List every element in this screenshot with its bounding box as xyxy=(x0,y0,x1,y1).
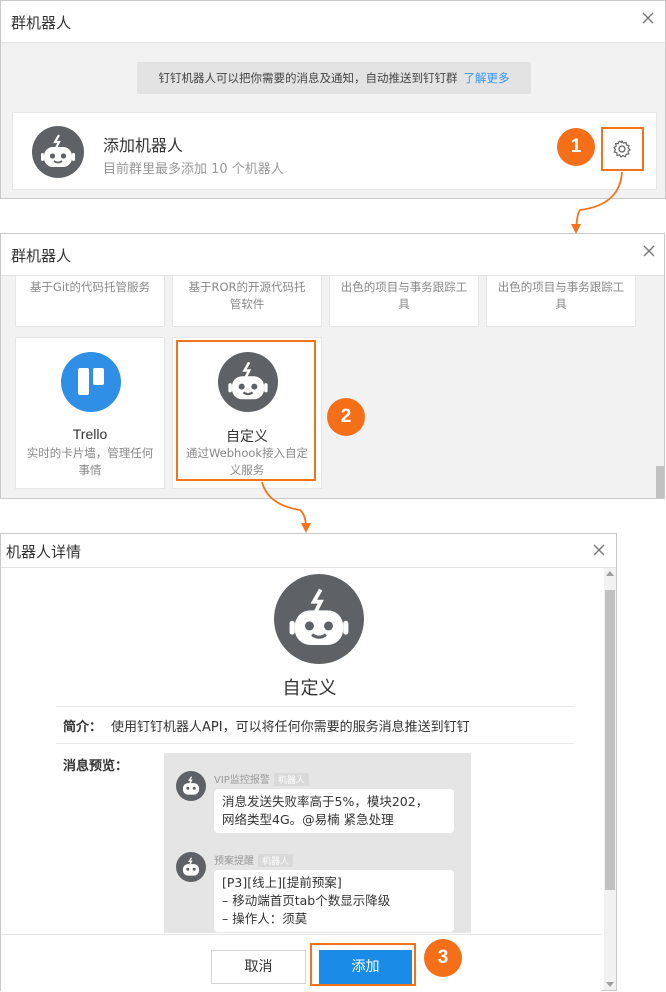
step-badge-3: 3 xyxy=(424,939,462,977)
chat-sender: VIP监控报警 机器人 xyxy=(214,771,309,786)
dialog-header: 群机器人 xyxy=(1,1,665,43)
close-icon[interactable] xyxy=(640,242,658,260)
robot-avatar-icon xyxy=(176,771,206,801)
chat-bubble: [P3][线上][提前预案] – 移动端首页tab个数显示降级 – 操作人：须莫 xyxy=(214,870,454,932)
bubble-line: 网络类型4G。@易楠 紧急处理 xyxy=(222,812,394,827)
robot-icon xyxy=(274,574,364,664)
scrollbar[interactable] xyxy=(656,276,664,498)
group-robot-dialog-1: 群机器人 钉钉机器人可以把你需要的消息及通知，自动推送到钉钉群 了解更多 添加机器… xyxy=(0,0,666,199)
add-robot-subtitle: 目前群里最多添加 10 个机器人 xyxy=(103,162,284,177)
scroll-up-arrow[interactable] xyxy=(606,571,614,576)
bubble-line: – 移动端首页tab个数显示降级 xyxy=(222,893,391,908)
dialog-title: 群机器人 xyxy=(11,247,72,265)
chat-bubble: 消息发送失败率高于5%，模块202， 网络类型4G。@易楠 紧急处理 xyxy=(214,789,454,833)
add-highlight-box xyxy=(310,943,416,986)
chat-sender: 预案提醒 机器人 xyxy=(214,852,294,867)
close-icon[interactable] xyxy=(639,9,657,27)
card-desc: 出色的项目与事务跟踪工具 xyxy=(497,280,625,311)
scrollbar-thumb[interactable] xyxy=(656,466,664,498)
trello-icon xyxy=(61,352,121,412)
scrollbar-thumb[interactable] xyxy=(605,590,615,890)
sender-name: 预案提醒 xyxy=(214,856,254,867)
bubble-line: – 操作人：须莫 xyxy=(222,911,308,926)
add-robot-title: 添加机器人 xyxy=(103,136,184,155)
bubble-line: 消息发送失败率高于5%，模块202， xyxy=(222,794,429,809)
learn-more-link[interactable]: 了解更多 xyxy=(464,71,510,85)
robot-avatar-icon xyxy=(176,852,206,882)
dialog-header: 机器人详情 xyxy=(1,534,616,568)
divider xyxy=(56,706,574,707)
intro-label: 简介： xyxy=(63,720,103,735)
intro-text: 使用钉钉机器人API，可以将任何你需要的服务消息推送到钉钉 xyxy=(111,720,470,735)
robot-card-tracker-2[interactable]: 出色的项目与事务跟踪工具 xyxy=(486,276,636,327)
gear-icon[interactable] xyxy=(612,139,632,159)
robot-name: 自定义 xyxy=(282,678,337,699)
step-badge-2: 2 xyxy=(327,398,365,436)
scrollbar[interactable] xyxy=(604,568,616,990)
notice-text: 钉钉机器人可以把你需要的消息及通知，自动推送到钉钉群 xyxy=(158,71,458,85)
card-desc: 基于Git的代码托管服务 xyxy=(29,280,151,294)
sender-name: VIP监控报警 xyxy=(214,775,270,786)
close-icon[interactable] xyxy=(590,541,608,559)
step-badge-1: 1 xyxy=(557,128,595,166)
scroll-down-arrow[interactable] xyxy=(606,982,614,987)
robot-card-tracker-1[interactable]: 出色的项目与事务跟踪工具 xyxy=(329,276,479,327)
divider xyxy=(56,743,574,744)
robot-icon xyxy=(32,126,84,178)
card-desc: 基于ROR的开源代码托管软件 xyxy=(188,280,306,311)
flow-arrow-2-head xyxy=(301,523,311,533)
dialog-title: 群机器人 xyxy=(11,14,72,32)
custom-highlight-box xyxy=(176,340,316,481)
robot-card-trello[interactable]: Trello 实时的卡片墙，管理任何事情 xyxy=(15,337,165,489)
group-robot-dialog-2: 群机器人 基于Git的代码托管服务 基于ROR的开源代码托管软件 出色的项目与事… xyxy=(0,233,665,499)
card-desc: 出色的项目与事务跟踪工具 xyxy=(340,280,468,311)
bubble-line: [P3][线上][提前预案] xyxy=(222,875,342,890)
card-desc: 实时的卡片墙，管理任何事情 xyxy=(26,446,154,477)
robot-card-ror[interactable]: 基于ROR的开源代码托管软件 xyxy=(172,276,322,327)
dialog-header: 群机器人 xyxy=(1,234,664,276)
info-notice: 钉钉机器人可以把你需要的消息及通知，自动推送到钉钉群 了解更多 xyxy=(137,62,531,94)
card-title: Trello xyxy=(72,426,108,442)
robot-detail-dialog: 机器人详情 自定义 简介： 使用钉钉机器人API，可以将任何你需要的服务消息推送… xyxy=(0,533,617,992)
dialog-title: 机器人详情 xyxy=(6,543,82,561)
robot-card-git[interactable]: 基于Git的代码托管服务 xyxy=(15,276,165,327)
preview-label: 消息预览： xyxy=(63,759,129,774)
cancel-button[interactable]: 取消 xyxy=(211,950,306,984)
message-preview: VIP监控报警 机器人 消息发送失败率高于5%，模块202， 网络类型4G。@易楠… xyxy=(164,753,471,933)
dialog-footer: 取消 添加 xyxy=(1,934,601,992)
robot-tag: 机器人 xyxy=(258,854,294,867)
robot-tag: 机器人 xyxy=(273,773,309,786)
